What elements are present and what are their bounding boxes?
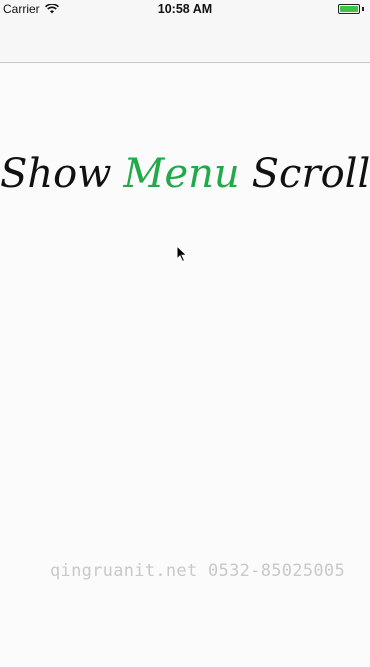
mouse-cursor-icon [176,245,188,263]
navigation-bar [0,20,370,63]
headline: Show Menu Scroll [0,151,370,197]
status-time: 10:58 AM [157,2,213,16]
battery-nub [362,7,364,11]
headline-word-menu[interactable]: Menu [123,151,239,197]
status-bar: Carrier 10:58 AM [0,0,370,20]
battery-level [340,6,358,12]
headline-word-show: Show [0,151,112,197]
watermark-text: qingruanit.net 0532-85025005 [50,561,345,581]
battery-icon [338,4,360,14]
headline-word-scroll: Scroll [251,151,370,197]
